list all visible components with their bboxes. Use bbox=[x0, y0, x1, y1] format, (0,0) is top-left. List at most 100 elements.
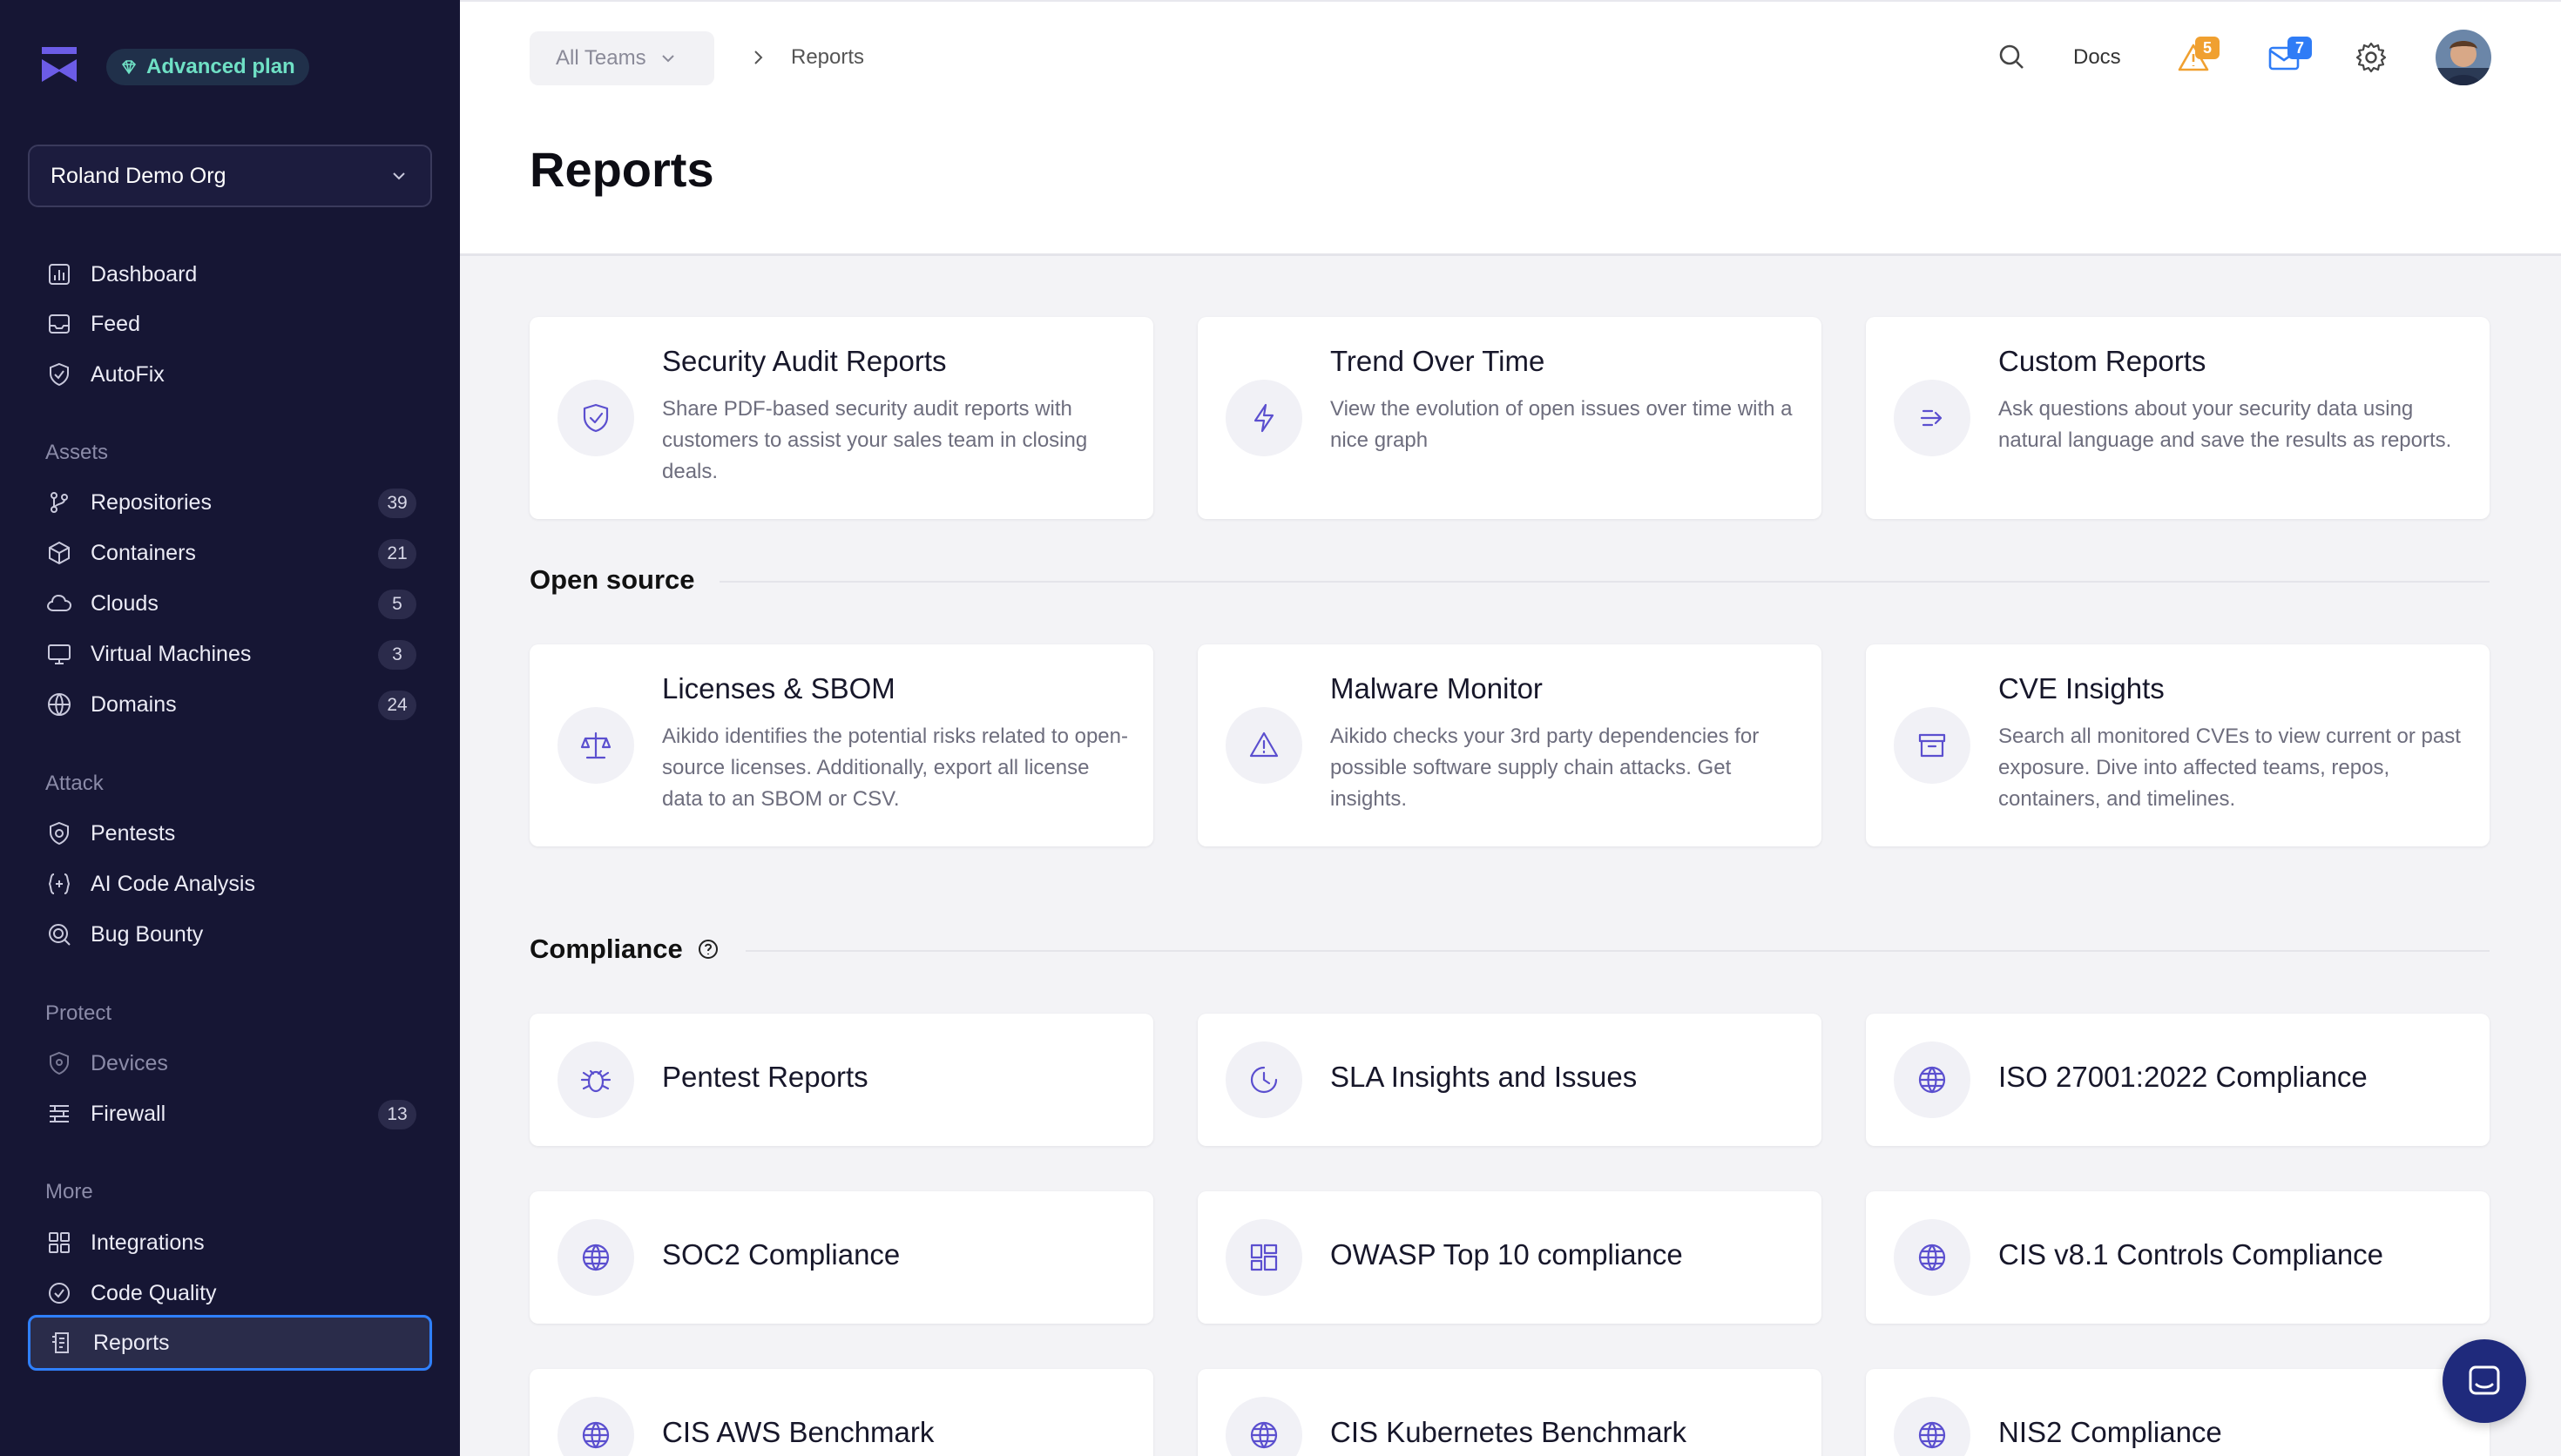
section-divider bbox=[746, 950, 2490, 952]
sidebar-item-label: Devices bbox=[91, 1050, 168, 1075]
sidebar-item-label: Domains bbox=[91, 691, 177, 717]
card-description: Aikido checks your 3rd party dependencie… bbox=[1330, 725, 1760, 811]
sidebar-item-label: Integrations bbox=[91, 1230, 205, 1255]
card-title: CIS Kubernetes Benchmark bbox=[1330, 1416, 1687, 1448]
sidebar-item-containers[interactable]: Containers 21 bbox=[28, 530, 432, 576]
report-card-custom-reports[interactable]: Custom Reports Ask questions about your … bbox=[1866, 317, 2490, 519]
diamond-icon bbox=[121, 60, 137, 75]
sidebar-item-label: Repositories bbox=[91, 489, 212, 515]
sidebar-item-autofix[interactable]: AutoFix bbox=[28, 352, 432, 397]
globe-icon bbox=[557, 1219, 634, 1296]
search-button[interactable] bbox=[1995, 40, 2030, 75]
count-badge: 13 bbox=[378, 1100, 416, 1129]
sidebar-item-label: Code Quality bbox=[91, 1280, 217, 1305]
sidebar-item-code-quality[interactable]: Code Quality bbox=[28, 1271, 432, 1316]
alerts-count-badge: 5 bbox=[2195, 37, 2220, 59]
report-card-sla-insights[interactable]: SLA Insights and Issues bbox=[1198, 1014, 1821, 1146]
section-divider bbox=[720, 581, 2490, 583]
alerts-button[interactable]: 5 bbox=[2176, 37, 2220, 75]
sidebar-item-label: AI Code Analysis bbox=[91, 871, 255, 896]
sidebar-section-protect: Protect bbox=[45, 1001, 112, 1025]
chevron-down-icon bbox=[393, 172, 405, 180]
card-title: ISO 27001:2022 Compliance bbox=[1998, 1061, 2368, 1093]
report-card-nis2[interactable]: NIS2 Compliance bbox=[1866, 1369, 2490, 1456]
sidebar-item-bug-bounty[interactable]: Bug Bounty bbox=[28, 912, 432, 957]
card-title: Pentest Reports bbox=[662, 1061, 868, 1093]
sidebar-item-ai-code-analysis[interactable]: AI Code Analysis bbox=[28, 861, 432, 907]
plan-badge-label: Advanced plan bbox=[146, 55, 295, 78]
sidebar-item-domains[interactable]: Domains 24 bbox=[28, 682, 432, 727]
breadcrumb[interactable]: Reports bbox=[791, 45, 864, 70]
report-card-owasp-top-10[interactable]: OWASP Top 10 compliance bbox=[1198, 1191, 1821, 1324]
sidebar-section-attack: Attack bbox=[45, 772, 104, 795]
repository-icon bbox=[45, 489, 73, 516]
sidebar-item-label: Dashboard bbox=[91, 261, 198, 286]
count-badge: 5 bbox=[378, 590, 416, 619]
aikido-logo[interactable] bbox=[38, 44, 80, 85]
gear-icon bbox=[2355, 42, 2387, 73]
report-card-cis-aws[interactable]: CIS AWS Benchmark bbox=[530, 1369, 1153, 1456]
card-description: Aikido identifies the potential risks re… bbox=[662, 725, 1128, 811]
sidebar-item-dashboard[interactable]: Dashboard bbox=[28, 252, 432, 297]
sidebar-item-firewall[interactable]: Firewall 13 bbox=[28, 1091, 432, 1136]
globe-icon bbox=[1894, 1041, 1970, 1118]
shield-check-icon bbox=[45, 361, 73, 388]
bug-icon bbox=[557, 1041, 634, 1118]
card-title: NIS2 Compliance bbox=[1998, 1416, 2222, 1448]
code-braces-icon bbox=[45, 870, 73, 898]
report-card-cve-insights[interactable]: CVE Insights Search all monitored CVEs t… bbox=[1866, 644, 2490, 846]
card-title: Trend Over Time bbox=[1330, 345, 1545, 377]
warning-triangle-icon bbox=[1226, 707, 1302, 784]
report-card-security-audit[interactable]: Security Audit Reports Share PDF-based s… bbox=[530, 317, 1153, 519]
team-select[interactable]: All Teams bbox=[530, 31, 714, 85]
globe-icon bbox=[1894, 1397, 1970, 1456]
report-card-pentest-reports[interactable]: Pentest Reports bbox=[530, 1014, 1153, 1146]
section-heading-compliance: Compliance bbox=[530, 934, 720, 965]
card-description: View the evolution of open issues over t… bbox=[1330, 397, 1793, 452]
chat-launcher-button[interactable] bbox=[2443, 1339, 2526, 1423]
count-badge: 39 bbox=[378, 489, 416, 518]
card-title: CVE Insights bbox=[1998, 672, 2165, 704]
sidebar-item-label: Virtual Machines bbox=[91, 641, 252, 666]
globe-icon bbox=[45, 691, 73, 718]
plan-badge[interactable]: Advanced plan bbox=[106, 49, 309, 85]
badge-check-icon bbox=[45, 1279, 73, 1307]
inbox-button[interactable]: 7 bbox=[2267, 37, 2312, 75]
chevron-right-icon bbox=[754, 51, 763, 64]
archive-icon bbox=[1894, 707, 1970, 784]
docs-link[interactable]: Docs bbox=[2073, 45, 2121, 70]
user-avatar[interactable] bbox=[2436, 30, 2491, 85]
report-card-cis-kubernetes[interactable]: CIS Kubernetes Benchmark bbox=[1198, 1369, 1821, 1456]
sidebar-item-clouds[interactable]: Clouds 5 bbox=[28, 581, 432, 626]
grid-icon bbox=[45, 1229, 73, 1257]
report-card-trend-over-time[interactable]: Trend Over Time View the evolution of op… bbox=[1198, 317, 1821, 519]
device-shield-icon bbox=[45, 1049, 73, 1077]
target-icon bbox=[45, 920, 73, 948]
sidebar-item-reports[interactable]: Reports bbox=[28, 1315, 432, 1371]
monitor-icon bbox=[45, 640, 73, 668]
help-icon[interactable] bbox=[697, 938, 720, 961]
report-card-malware-monitor[interactable]: Malware Monitor Aikido checks your 3rd p… bbox=[1198, 644, 1821, 846]
layout-grid-icon bbox=[1226, 1219, 1302, 1296]
org-select[interactable]: Roland Demo Org bbox=[28, 145, 432, 207]
firewall-icon bbox=[45, 1100, 73, 1128]
card-title: Security Audit Reports bbox=[662, 345, 947, 377]
report-card-soc2[interactable]: SOC2 Compliance bbox=[530, 1191, 1153, 1324]
shield-check-icon bbox=[557, 380, 634, 456]
sidebar-item-feed[interactable]: Feed bbox=[28, 301, 432, 347]
sidebar-item-pentests[interactable]: Pentests bbox=[28, 811, 432, 856]
sidebar-item-devices[interactable]: Devices bbox=[28, 1041, 432, 1086]
dashboard-icon bbox=[45, 260, 73, 288]
report-card-licenses-sbom[interactable]: Licenses & SBOM Aikido identifies the po… bbox=[530, 644, 1153, 846]
sidebar-item-integrations[interactable]: Integrations bbox=[28, 1220, 432, 1265]
card-description: Share PDF-based security audit reports w… bbox=[662, 397, 1088, 483]
globe-icon bbox=[1894, 1219, 1970, 1296]
sidebar-item-repositories[interactable]: Repositories 39 bbox=[28, 480, 432, 525]
sidebar-item-label: Firewall bbox=[91, 1101, 166, 1126]
settings-button[interactable] bbox=[2354, 40, 2389, 75]
globe-icon bbox=[557, 1397, 634, 1456]
report-card-cis-v8-1[interactable]: CIS v8.1 Controls Compliance bbox=[1866, 1191, 2490, 1324]
sidebar-item-virtual-machines[interactable]: Virtual Machines 3 bbox=[28, 631, 432, 677]
report-card-iso-27001[interactable]: ISO 27001:2022 Compliance bbox=[1866, 1014, 2490, 1146]
sidebar-item-label: Bug Bounty bbox=[91, 921, 204, 947]
